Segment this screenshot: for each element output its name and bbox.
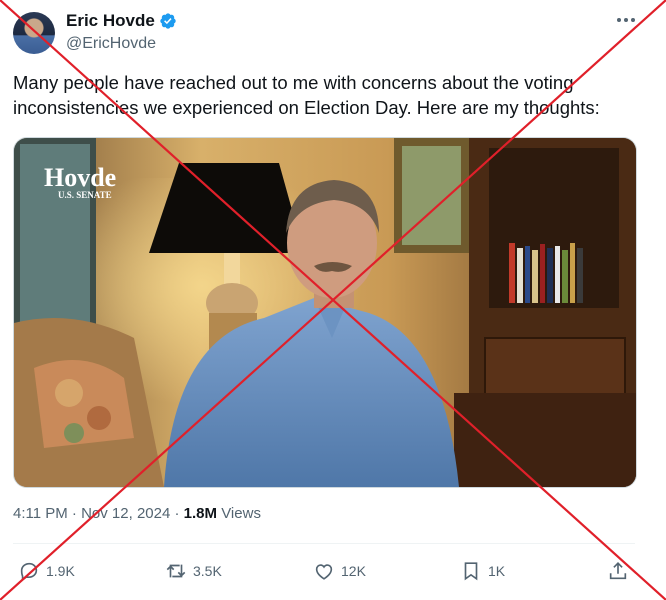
like-button[interactable]: 12K — [313, 556, 366, 586]
share-button[interactable] — [607, 556, 629, 586]
avatar[interactable] — [13, 12, 55, 54]
hovde-logo: Hovde — [44, 163, 116, 192]
author-name[interactable]: Eric Hovde — [66, 11, 155, 31]
tweet-meta: 4:11 PM · Nov 12, 2024 · 1.8M Views — [13, 505, 261, 522]
tweet-time[interactable]: 4:11 PM — [13, 505, 68, 522]
divider — [13, 543, 635, 544]
share-icon — [609, 562, 627, 580]
author-handle[interactable]: @EricHovde — [66, 35, 156, 53]
repost-icon — [166, 564, 186, 578]
views-count: 1.8M — [183, 505, 218, 522]
views-label: Views — [221, 505, 261, 522]
separator-dot: · — [174, 505, 184, 522]
reply-button[interactable]: 1.9K — [18, 556, 75, 586]
hovde-logo-sub: U.S. SENATE — [58, 190, 112, 200]
video-thumbnail: Hovde U.S. SENATE — [14, 138, 636, 487]
bookmark-icon — [464, 562, 478, 581]
reply-count: 1.9K — [46, 563, 75, 579]
action-bar: 1.9K 3.5K 12K 1K — [13, 556, 635, 586]
bookmark-count: 1K — [488, 563, 506, 579]
more-dots-icon[interactable] — [612, 10, 640, 30]
tweet-date[interactable]: Nov 12, 2024 — [81, 505, 170, 522]
repost-button[interactable]: 3.5K — [165, 556, 222, 586]
bookmark-button[interactable]: 1K — [460, 556, 505, 586]
tweet-text: Many people have reached out to me with … — [13, 72, 600, 118]
verified-badge-icon — [160, 13, 176, 29]
heart-icon — [315, 564, 333, 580]
repost-count: 3.5K — [193, 563, 222, 579]
author-name-row: Eric Hovde — [66, 11, 177, 31]
tweet-video[interactable]: Hovde U.S. SENATE — [13, 137, 637, 488]
reply-icon — [20, 562, 38, 582]
separator-dot: · — [71, 505, 82, 522]
like-count: 12K — [341, 563, 366, 579]
